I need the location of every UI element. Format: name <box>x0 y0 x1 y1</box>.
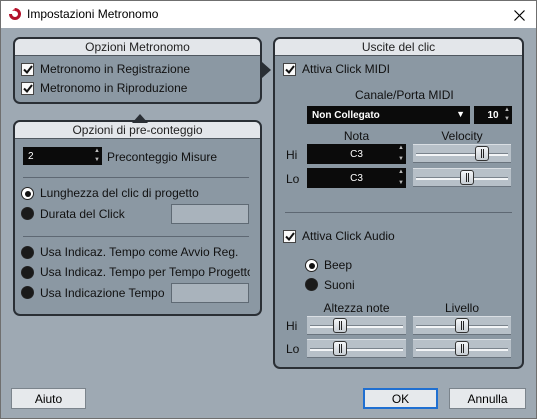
midi-port-value: Non Collegato <box>312 109 380 121</box>
midi-click-label: Attiva Click MIDI <box>302 62 391 76</box>
slider-thumb[interactable] <box>455 318 469 333</box>
lo-velocity-slider[interactable] <box>413 168 511 187</box>
close-icon <box>514 9 525 21</box>
divider <box>285 212 512 213</box>
close-button[interactable] <box>502 2 537 28</box>
hi-note-value: C3 <box>350 148 363 160</box>
project-click-length-radio[interactable] <box>21 187 34 200</box>
precount-bars-field[interactable]: 2 ▲ ▼ <box>23 147 102 165</box>
tempo-start-radio[interactable] <box>21 246 34 259</box>
hi-velocity-slider[interactable] <box>413 144 511 163</box>
velocity-column-label: Velocity <box>441 129 483 143</box>
tempo-use-radio[interactable] <box>21 286 34 299</box>
lo-note-value: C3 <box>350 172 363 184</box>
click-duration-label: Durata del Click <box>40 207 125 221</box>
lo-note-field[interactable]: C3 ▲ ▼ <box>307 168 406 188</box>
slider-thumb[interactable] <box>460 170 474 185</box>
spin-arrows-icon[interactable]: ▲ ▼ <box>504 107 510 123</box>
ok-button[interactable]: OK <box>363 388 438 409</box>
hi-level-slider[interactable] <box>413 316 511 335</box>
midi-click-checkbox[interactable] <box>283 63 296 76</box>
spin-arrows-icon[interactable]: ▲ ▼ <box>94 148 100 164</box>
precount-bars-label: Preconteggio Misure <box>107 150 218 164</box>
playback-metronome-checkbox[interactable] <box>21 82 34 95</box>
note-column-label: Nota <box>343 129 370 143</box>
midi-channel-value: 10 <box>487 109 499 121</box>
precount-bars-value: 2 <box>28 150 34 162</box>
checkmark-icon <box>284 232 295 241</box>
click-duration-field[interactable] <box>171 204 249 224</box>
spin-arrows-icon[interactable]: ▲ ▼ <box>398 145 404 163</box>
hi-row-label: Hi <box>286 148 298 162</box>
panel-connector-arrow-up <box>132 112 148 126</box>
panel-connector-arrow <box>262 62 272 81</box>
lo-pitch-slider[interactable] <box>307 339 406 358</box>
help-button[interactable]: Aiuto <box>11 388 86 409</box>
pitch-column-label: Altezza note <box>323 301 390 315</box>
tempo-field[interactable] <box>171 283 249 303</box>
metronome-options-header: Opzioni Metronomo <box>15 39 260 56</box>
beep-radio[interactable] <box>305 259 318 272</box>
cubase-logo-icon <box>7 6 23 22</box>
checkmark-icon <box>22 84 33 93</box>
lo-row-label: Lo <box>286 342 300 356</box>
checkmark-icon <box>284 65 295 74</box>
audio-click-label: Attiva Click Audio <box>302 229 395 243</box>
record-metronome-checkbox[interactable] <box>21 63 34 76</box>
title-bar: Impostazioni Metronomo <box>0 0 537 28</box>
slider-thumb[interactable] <box>333 341 347 356</box>
slider-thumb[interactable] <box>333 318 347 333</box>
sounds-label: Suoni <box>324 278 355 292</box>
click-duration-radio[interactable] <box>21 207 34 220</box>
lo-row-label: Lo <box>286 172 300 186</box>
tempo-project-radio[interactable] <box>21 266 34 279</box>
playback-metronome-label: Metronomo in Riproduzione <box>40 81 188 95</box>
slider-track <box>416 152 508 156</box>
record-metronome-label: Metronomo in Registrazione <box>40 62 191 76</box>
hi-pitch-slider[interactable] <box>307 316 406 335</box>
slider-track <box>310 324 403 328</box>
spin-arrows-icon[interactable]: ▲ ▼ <box>398 169 404 187</box>
level-column-label: Livello <box>444 301 480 315</box>
channel-port-label: Canale/Porta MIDI <box>355 88 454 102</box>
hi-note-field[interactable]: C3 ▲ ▼ <box>307 144 406 164</box>
cancel-button[interactable]: Annulla <box>449 388 526 409</box>
midi-channel-field[interactable]: 10 ▲ ▼ <box>474 106 512 124</box>
click-outputs-header: Uscite del clic <box>275 39 522 56</box>
lo-level-slider[interactable] <box>413 339 511 358</box>
beep-label: Beep <box>324 258 353 272</box>
tempo-start-label: Usa Indicaz. Tempo come Avvio Reg. <box>40 245 239 259</box>
window-title: Impostazioni Metronomo <box>27 7 159 21</box>
slider-track <box>310 347 403 351</box>
audio-click-checkbox[interactable] <box>283 230 296 243</box>
slider-thumb[interactable] <box>475 146 489 161</box>
slider-thumb[interactable] <box>455 341 469 356</box>
sounds-radio[interactable] <box>305 278 318 291</box>
divider <box>23 177 249 178</box>
midi-port-select[interactable]: Non Collegato ▼ <box>307 106 470 124</box>
project-click-length-label: Lunghezza del clic di progetto <box>40 186 199 200</box>
chevron-down-icon: ▼ <box>456 109 465 119</box>
divider <box>23 236 249 237</box>
tempo-project-label: Usa Indicaz. Tempo per Tempo Progetto <box>40 265 250 279</box>
tempo-use-label: Usa Indicazione Tempo <box>40 286 165 300</box>
checkmark-icon <box>22 65 33 74</box>
hi-row-label: Hi <box>286 319 298 333</box>
